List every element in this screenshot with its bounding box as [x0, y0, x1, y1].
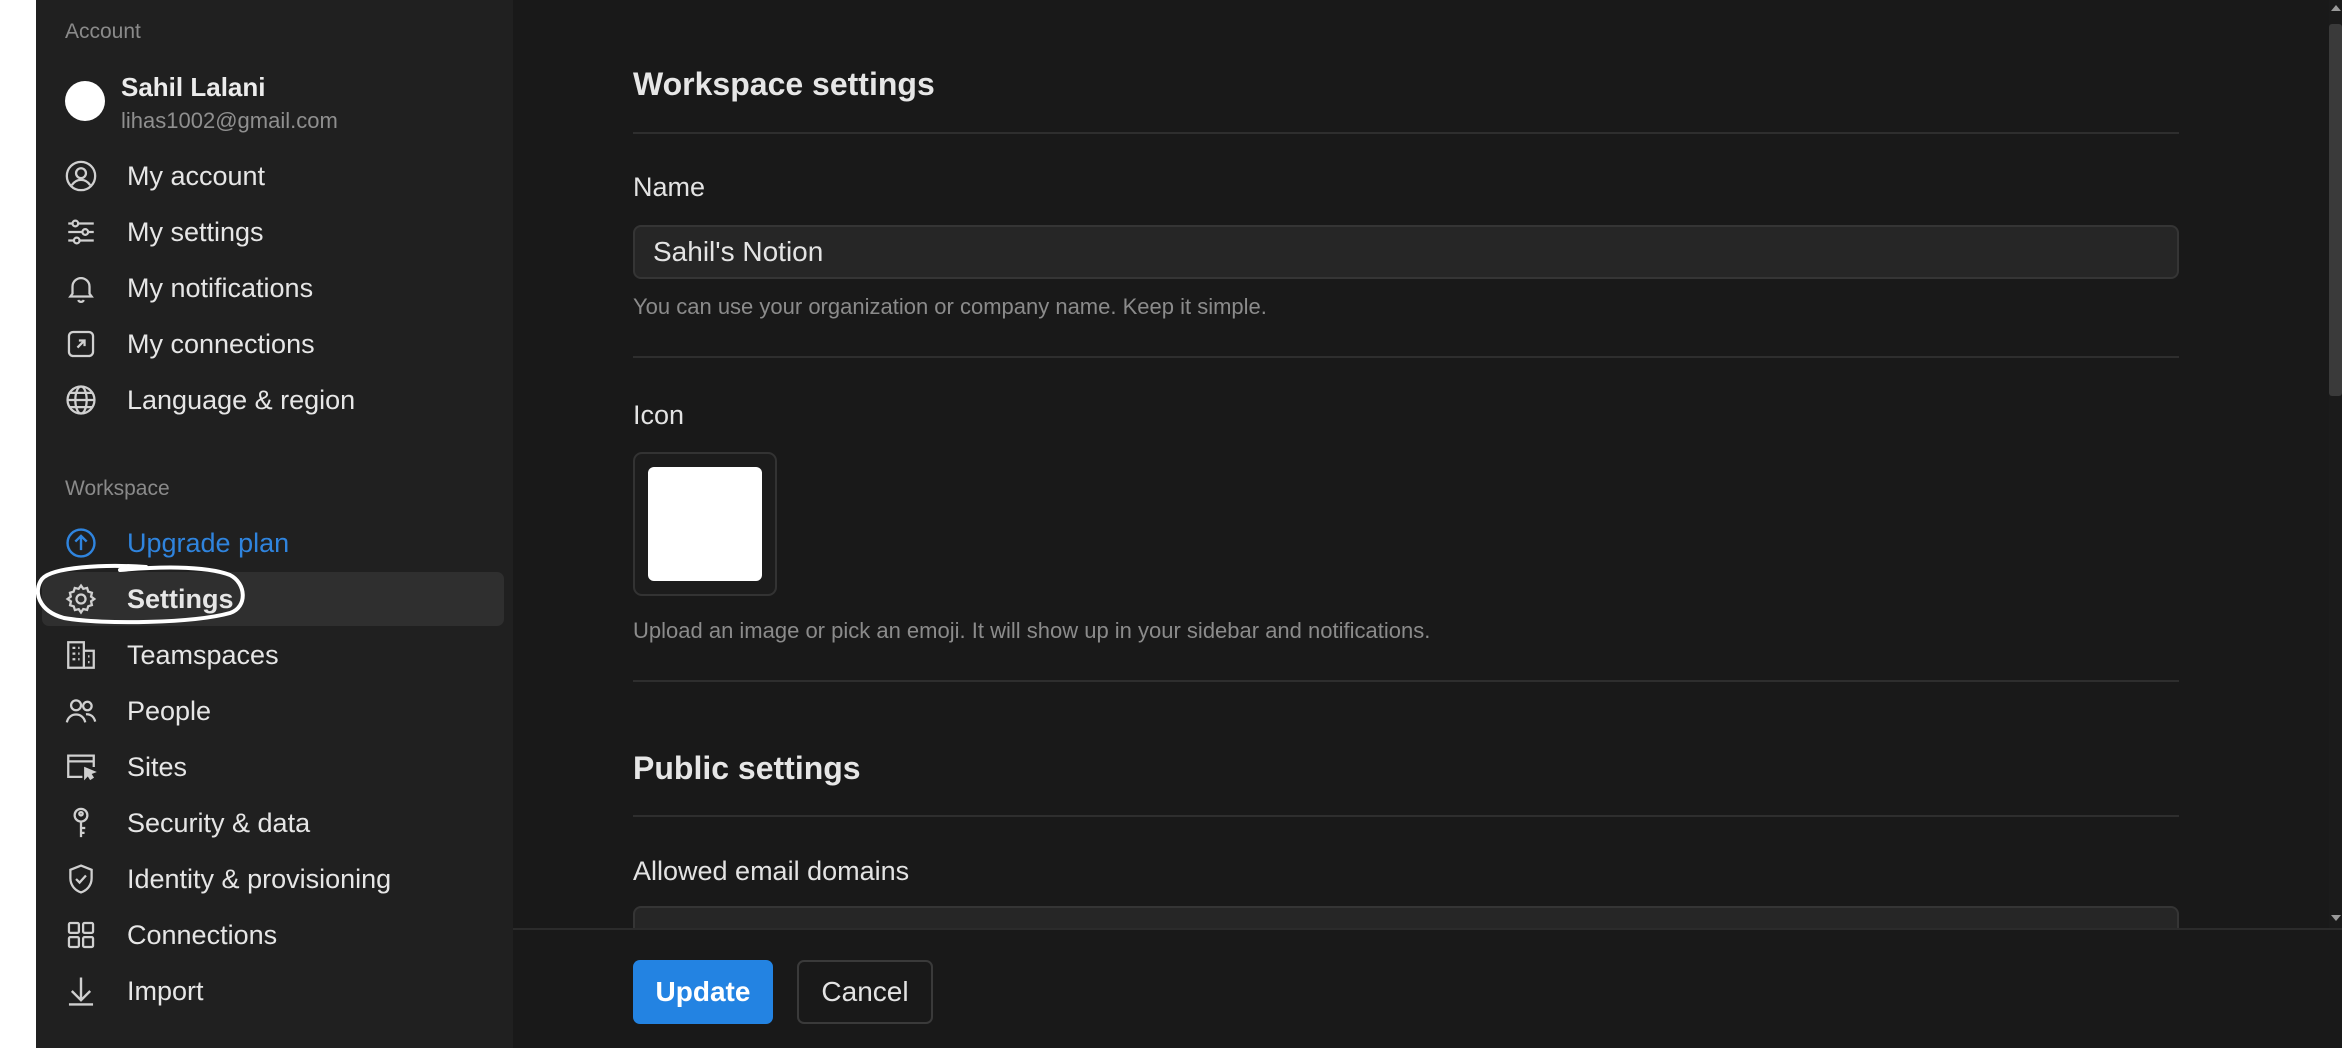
people-icon — [64, 694, 98, 728]
icon-field-label: Icon — [633, 400, 685, 430]
workspace-section-label: Workspace — [65, 477, 170, 500]
external-link-icon — [64, 327, 98, 361]
sidebar-item-label: My account — [127, 161, 266, 191]
globe-icon — [64, 383, 98, 417]
cancel-button[interactable]: Cancel — [797, 960, 933, 1024]
public-settings-title: Public settings — [633, 750, 861, 786]
user-circle-icon — [64, 159, 98, 193]
icon-field-help: Upload an image or pick an emoji. It wil… — [633, 618, 1431, 643]
sidebar-item-label: Identity & provisioning — [127, 864, 392, 894]
download-arrow-icon — [64, 974, 98, 1008]
sidebar-item-teamspaces[interactable]: Teamspaces — [42, 628, 504, 682]
building-icon — [64, 638, 98, 672]
name-field-label: Name — [633, 172, 706, 202]
divider — [633, 356, 2179, 358]
avatar — [65, 81, 105, 121]
gear-icon — [64, 582, 98, 616]
scroll-down-arrow-icon[interactable] — [2329, 910, 2342, 926]
account-section-label: Account — [65, 20, 141, 43]
sidebar-item-label: People — [127, 696, 212, 726]
sidebar-item-label: Teamspaces — [127, 640, 279, 670]
allowed-domains-label: Allowed email domains — [633, 856, 910, 886]
update-button[interactable]: Update — [633, 960, 773, 1024]
browser-cursor-icon — [64, 750, 98, 784]
workspace-name-input[interactable] — [633, 225, 2179, 279]
profile-name: Sahil Lalani — [121, 72, 266, 102]
sidebar-item-label: Security & data — [127, 808, 311, 838]
scrollbar[interactable] — [2329, 0, 2342, 928]
profile-block: Sahil Lalani lihas1002@gmail.com — [65, 68, 495, 140]
divider — [633, 680, 2179, 682]
allowed-domains-input[interactable] — [633, 906, 2179, 928]
key-icon — [64, 806, 98, 840]
sidebar-item-label: My connections — [127, 329, 315, 359]
grid-icon — [64, 918, 98, 952]
sidebar-item-language-region[interactable]: Language & region — [42, 373, 504, 427]
scroll-up-arrow-icon[interactable] — [2329, 0, 2342, 16]
page-title: Workspace settings — [633, 66, 935, 102]
sliders-icon — [64, 215, 98, 249]
settings-main-panel: Workspace settings Name You can use your… — [513, 0, 2342, 928]
sidebar-item-connections[interactable]: Connections — [42, 908, 504, 962]
sidebar-item-label: Language & region — [127, 385, 356, 415]
name-field-help: You can use your organization or company… — [633, 294, 1267, 319]
sidebar-item-label: Connections — [127, 920, 278, 950]
workspace-icon-picker[interactable] — [633, 452, 777, 596]
arrow-up-circle-icon — [64, 526, 98, 560]
sidebar-item-people[interactable]: People — [42, 684, 504, 738]
divider — [633, 815, 2179, 817]
sidebar-item-label: My notifications — [127, 273, 314, 303]
sidebar-item-import[interactable]: Import — [42, 964, 504, 1018]
sidebar-item-settings[interactable]: Settings — [42, 572, 504, 626]
sidebar-item-label: My settings — [127, 217, 264, 247]
sidebar-item-label: Settings — [127, 584, 234, 614]
sidebar-item-my-connections[interactable]: My connections — [42, 317, 504, 371]
scrollbar-thumb[interactable] — [2329, 24, 2342, 396]
settings-window: Account Sahil Lalani lihas1002@gmail.com… — [36, 0, 2342, 1048]
divider — [633, 132, 2179, 134]
settings-sidebar: Account Sahil Lalani lihas1002@gmail.com… — [36, 0, 513, 1048]
shield-check-icon — [64, 862, 98, 896]
profile-email: lihas1002@gmail.com — [121, 108, 338, 133]
sidebar-item-label: Upgrade plan — [127, 528, 290, 558]
sidebar-item-label: Import — [127, 976, 204, 1006]
sidebar-item-identity-provisioning[interactable]: Identity & provisioning — [42, 852, 504, 906]
sidebar-item-label: Sites — [127, 752, 188, 782]
sidebar-item-upgrade-plan[interactable]: Upgrade plan — [42, 516, 504, 570]
sidebar-item-security-data[interactable]: Security & data — [42, 796, 504, 850]
sidebar-item-my-account[interactable]: My account — [42, 149, 504, 203]
sidebar-item-sites[interactable]: Sites — [42, 740, 504, 794]
bell-icon — [64, 271, 98, 305]
sidebar-item-my-settings[interactable]: My settings — [42, 205, 504, 259]
workspace-icon-preview — [648, 467, 762, 581]
sidebar-item-my-notifications[interactable]: My notifications — [42, 261, 504, 315]
settings-footer: Update Cancel — [513, 928, 2342, 1048]
